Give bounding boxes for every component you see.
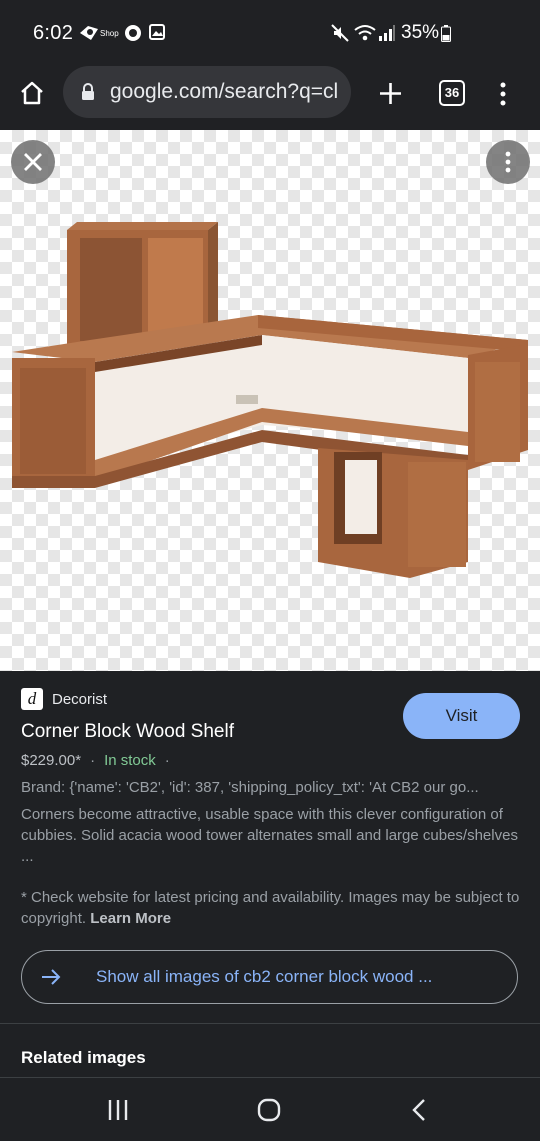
product-title[interactable]: Corner Block Wood Shelf	[21, 721, 234, 743]
arrow-right-icon	[42, 969, 61, 985]
shop-icon: Shop	[100, 29, 119, 38]
image-icon	[149, 24, 165, 40]
plus-icon[interactable]	[379, 82, 402, 105]
browser-toolbar: google.com/search?q=cl 36	[0, 62, 540, 130]
separator-dot: ·	[90, 752, 96, 769]
spotify-icon	[80, 26, 98, 40]
stock-status: In stock	[104, 752, 156, 769]
visit-button[interactable]: Visit	[403, 693, 520, 739]
tab-switcher-button[interactable]: 36	[439, 80, 465, 106]
url-text: google.com/search?q=cl	[110, 80, 339, 103]
address-bar[interactable]: google.com/search?q=cl	[63, 66, 351, 118]
show-all-images-label: Show all images of cb2 corner block wood…	[96, 967, 433, 986]
close-icon	[24, 153, 42, 171]
related-images-heading: Related images	[21, 1048, 146, 1067]
image-viewer[interactable]	[0, 130, 540, 671]
viewer-menu-button[interactable]	[486, 140, 530, 184]
close-viewer-button[interactable]	[11, 140, 55, 184]
price: $229.00*	[21, 752, 82, 769]
signal-icon	[379, 25, 395, 41]
home-icon[interactable]	[19, 80, 45, 106]
product-image	[12, 222, 528, 578]
status-time: 6:02	[33, 22, 74, 44]
show-all-images-button[interactable]: Show all images of cb2 corner block wood…	[21, 950, 518, 1004]
brand-info: Brand: {'name': 'CB2', 'id': 387, 'shipp…	[21, 779, 479, 796]
disclaimer: * Check website for latest pricing and a…	[21, 887, 521, 929]
source-logo: d	[21, 688, 43, 710]
result-panel: d Decorist Corner Block Wood Shelf Visit…	[0, 671, 540, 1077]
more-vert-icon[interactable]	[497, 81, 509, 107]
lock-icon	[82, 83, 94, 100]
battery-icon	[441, 25, 451, 42]
back-icon[interactable]	[411, 1098, 427, 1122]
learn-more-link[interactable]: Learn More	[90, 910, 171, 927]
battery-percent: 35%	[401, 22, 440, 43]
divider	[0, 1023, 540, 1024]
recent-apps-icon[interactable]	[107, 1099, 129, 1121]
status-bar: 6:02 Shop 35%	[0, 0, 540, 62]
system-nav-bar	[0, 1077, 540, 1141]
home-nav-icon[interactable]	[257, 1098, 281, 1122]
separator-dot: ·	[164, 752, 170, 769]
price-row: $229.00* · In stock ·	[21, 752, 179, 769]
more-vert-icon	[505, 151, 511, 173]
source-name[interactable]: Decorist	[52, 691, 107, 708]
wifi-icon	[354, 25, 376, 41]
mute-icon	[331, 24, 349, 42]
product-description: Corners become attractive, usable space …	[21, 806, 518, 865]
circle-icon	[125, 25, 141, 41]
